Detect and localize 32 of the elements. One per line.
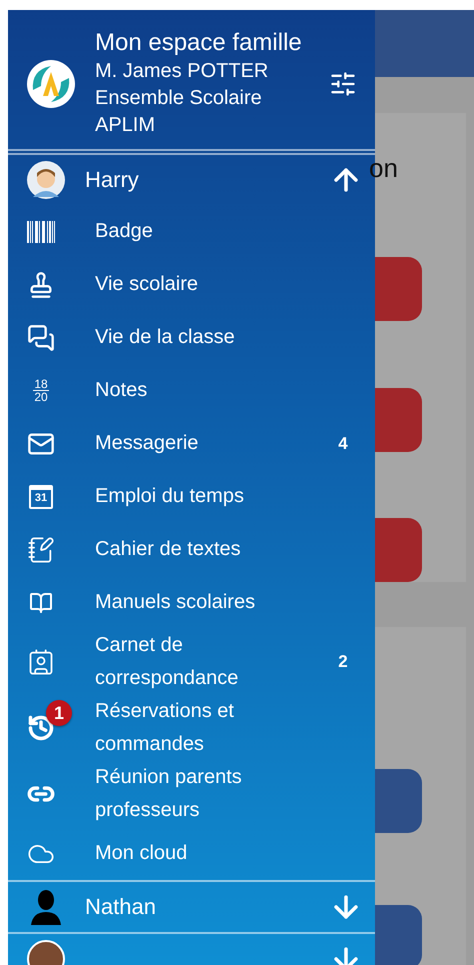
menu-item[interactable]: Mon cloud bbox=[8, 827, 375, 880]
menu-item[interactable]: Cahier de textes bbox=[8, 523, 375, 576]
menu-item[interactable]: Messagerie 4 bbox=[8, 417, 375, 470]
menu-item[interactable]: Carnet de correspondance 2 bbox=[8, 629, 375, 695]
child-name: Harry bbox=[85, 167, 140, 193]
unread-count: 4 bbox=[337, 434, 349, 454]
barcode-icon bbox=[26, 220, 56, 242]
history-icon bbox=[27, 714, 55, 742]
alert-badge: 1 bbox=[46, 700, 72, 726]
child-name: Nathan bbox=[85, 894, 157, 920]
menu-item[interactable]: 1 Réservations et commandes bbox=[8, 695, 375, 761]
child-row[interactable]: Nathan bbox=[8, 882, 375, 932]
user-name: M. James POTTER bbox=[95, 59, 270, 84]
menu-item[interactable]: Vie scolaire bbox=[8, 258, 375, 311]
school-name: APLIM bbox=[95, 113, 156, 138]
notebook-icon bbox=[27, 536, 55, 564]
menu-item[interactable]: Réunion parents professeurs bbox=[8, 761, 375, 827]
boy-avatar bbox=[27, 161, 65, 199]
contact-book-icon bbox=[27, 648, 55, 676]
menu-item[interactable]: Vie de la classe bbox=[8, 311, 375, 364]
menu-item[interactable]: Manuels scolaires bbox=[8, 576, 375, 629]
calendar-icon: 31 bbox=[29, 484, 53, 508]
logo bbox=[27, 60, 75, 108]
settings-sliders-icon[interactable] bbox=[329, 70, 357, 98]
menu-item[interactable]: 31 Emploi du temps bbox=[8, 470, 375, 523]
menu-item[interactable]: Badge bbox=[8, 205, 375, 258]
book-icon bbox=[29, 590, 53, 614]
unread-count: 2 bbox=[337, 652, 349, 672]
menu-item[interactable]: 18 20 Notes bbox=[8, 364, 375, 417]
school-name: Ensemble Scolaire bbox=[95, 86, 263, 111]
chat-bubbles-icon bbox=[27, 324, 55, 352]
app-title: Mon espace famille bbox=[95, 28, 303, 58]
